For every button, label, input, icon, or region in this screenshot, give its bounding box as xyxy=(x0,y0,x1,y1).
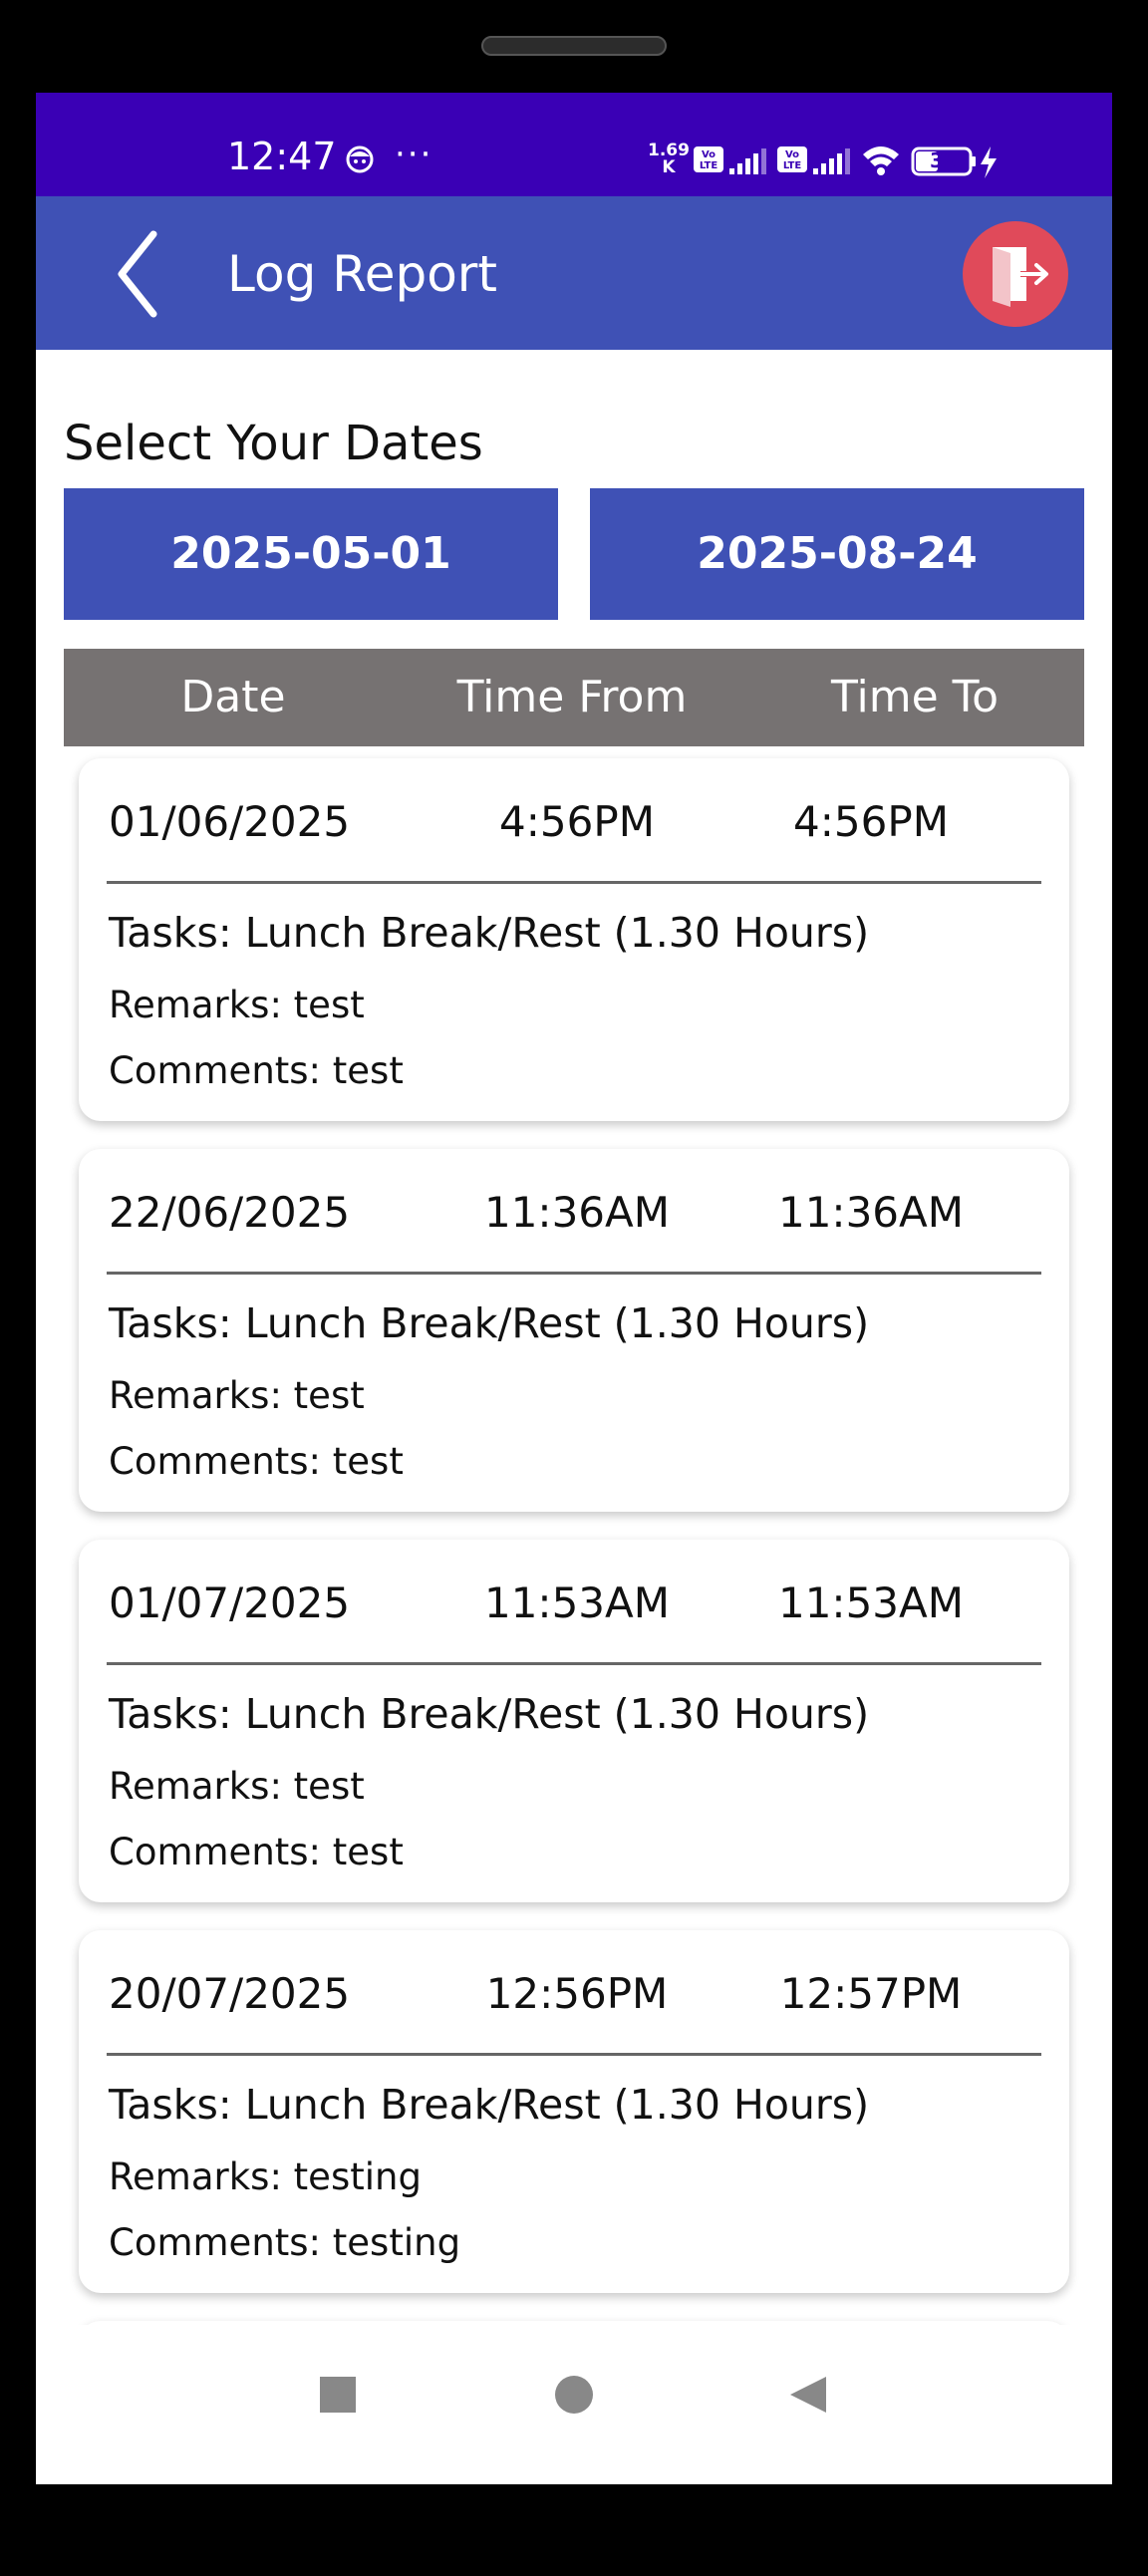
table-header: Date Time From Time To xyxy=(64,649,1084,746)
phone-screen: 12:47 ··· 1.69 K Vo LTE Vo LTE 39 Log Re… xyxy=(36,93,1112,2484)
entry-time-to: 4:56PM xyxy=(793,797,949,846)
log-entry-card[interactable]: 01/06/2025 4:56PM 4:56PM Tasks: Lunch Br… xyxy=(79,758,1069,1121)
log-entry-card[interactable]: 22/06/2025 11:36AM 11:36AM Tasks: Lunch … xyxy=(79,1149,1069,1512)
page-title: Log Report xyxy=(227,245,497,303)
network-speed: 1.69 K xyxy=(648,143,690,176)
system-nav-bar xyxy=(36,2325,1112,2484)
entry-tasks: Tasks: Lunch Break/Rest (1.30 Hours) xyxy=(109,2081,870,2129)
battery-level: 39 xyxy=(930,148,958,172)
header-time-to: Time To xyxy=(831,672,999,722)
network-speed-unit: K xyxy=(662,157,676,177)
status-icons: Vo LTE Vo LTE xyxy=(694,146,997,178)
signal-sim1-icon xyxy=(729,148,766,174)
signal-sim2-icon xyxy=(813,148,850,174)
logout-button[interactable] xyxy=(963,221,1068,327)
entry-tasks: Tasks: Lunch Break/Rest (1.30 Hours) xyxy=(109,909,870,957)
from-date-button[interactable]: 2025-05-01 xyxy=(64,488,558,620)
face-notification-icon xyxy=(346,145,374,173)
entry-date: 01/06/2025 xyxy=(109,797,351,846)
entry-remarks: Remarks: test xyxy=(109,1765,365,1808)
triangle-back-icon[interactable] xyxy=(788,2375,828,2415)
entry-divider xyxy=(107,1272,1041,1275)
back-button[interactable] xyxy=(96,226,191,322)
entry-tasks: Tasks: Lunch Break/Rest (1.30 Hours) xyxy=(109,1299,870,1347)
entry-time-to: 11:53AM xyxy=(777,1578,964,1627)
status-bar: 12:47 ··· 1.69 K Vo LTE Vo LTE 39 xyxy=(36,93,1112,196)
svg-text:Vo: Vo xyxy=(785,149,799,160)
charging-icon xyxy=(981,146,997,178)
select-dates-label: Select Your Dates xyxy=(64,416,483,471)
entry-remarks: Remarks: testing xyxy=(109,2155,422,2198)
more-notifications-icon: ··· xyxy=(395,135,433,174)
to-date-button[interactable]: 2025-08-24 xyxy=(590,488,1084,620)
entry-time-to: 11:36AM xyxy=(777,1188,964,1237)
chevron-left-icon xyxy=(118,230,157,318)
entry-tasks: Tasks: Lunch Break/Rest (1.30 Hours) xyxy=(109,1690,870,1738)
wifi-icon xyxy=(863,146,899,175)
entry-comments: Comments: test xyxy=(109,1440,404,1483)
phone-frame: 12:47 ··· 1.69 K Vo LTE Vo LTE 39 Log Re… xyxy=(0,0,1148,2576)
logout-door-icon xyxy=(993,247,1048,307)
circle-home-icon[interactable] xyxy=(555,2376,593,2414)
entry-divider xyxy=(107,2053,1041,2056)
entry-remarks: Remarks: test xyxy=(109,984,365,1026)
entry-date: 20/07/2025 xyxy=(109,1969,351,2018)
log-entry-card[interactable]: 20/07/2025 12:56PM 12:57PM Tasks: Lunch … xyxy=(79,1930,1069,2293)
earpiece-speaker xyxy=(481,36,667,56)
entry-divider xyxy=(107,881,1041,884)
entry-comments: Comments: test xyxy=(109,1049,404,1092)
entry-divider xyxy=(107,1662,1041,1665)
entry-date: 22/06/2025 xyxy=(109,1188,351,1237)
app-bar: Log Report xyxy=(36,196,1112,350)
entry-time-to: 12:57PM xyxy=(779,1969,963,2018)
header-time-from: Time From xyxy=(456,672,688,722)
header-date: Date xyxy=(180,672,286,722)
svg-text:Vo: Vo xyxy=(702,149,716,160)
entry-comments: Comments: test xyxy=(109,1831,404,1873)
entry-date: 01/07/2025 xyxy=(109,1578,351,1627)
entry-remarks: Remarks: test xyxy=(109,1374,365,1417)
square-recents-icon[interactable] xyxy=(320,2377,356,2413)
svg-text:LTE: LTE xyxy=(700,160,718,171)
status-time: 12:47 xyxy=(227,135,337,178)
volte-sim1-icon: Vo LTE xyxy=(694,146,723,172)
svg-text:LTE: LTE xyxy=(783,160,802,171)
log-entry-card[interactable]: 01/07/2025 11:53AM 11:53AM Tasks: Lunch … xyxy=(79,1540,1069,1902)
volte-sim2-icon: Vo LTE xyxy=(777,146,807,172)
entry-comments: Comments: testing xyxy=(109,2221,461,2264)
